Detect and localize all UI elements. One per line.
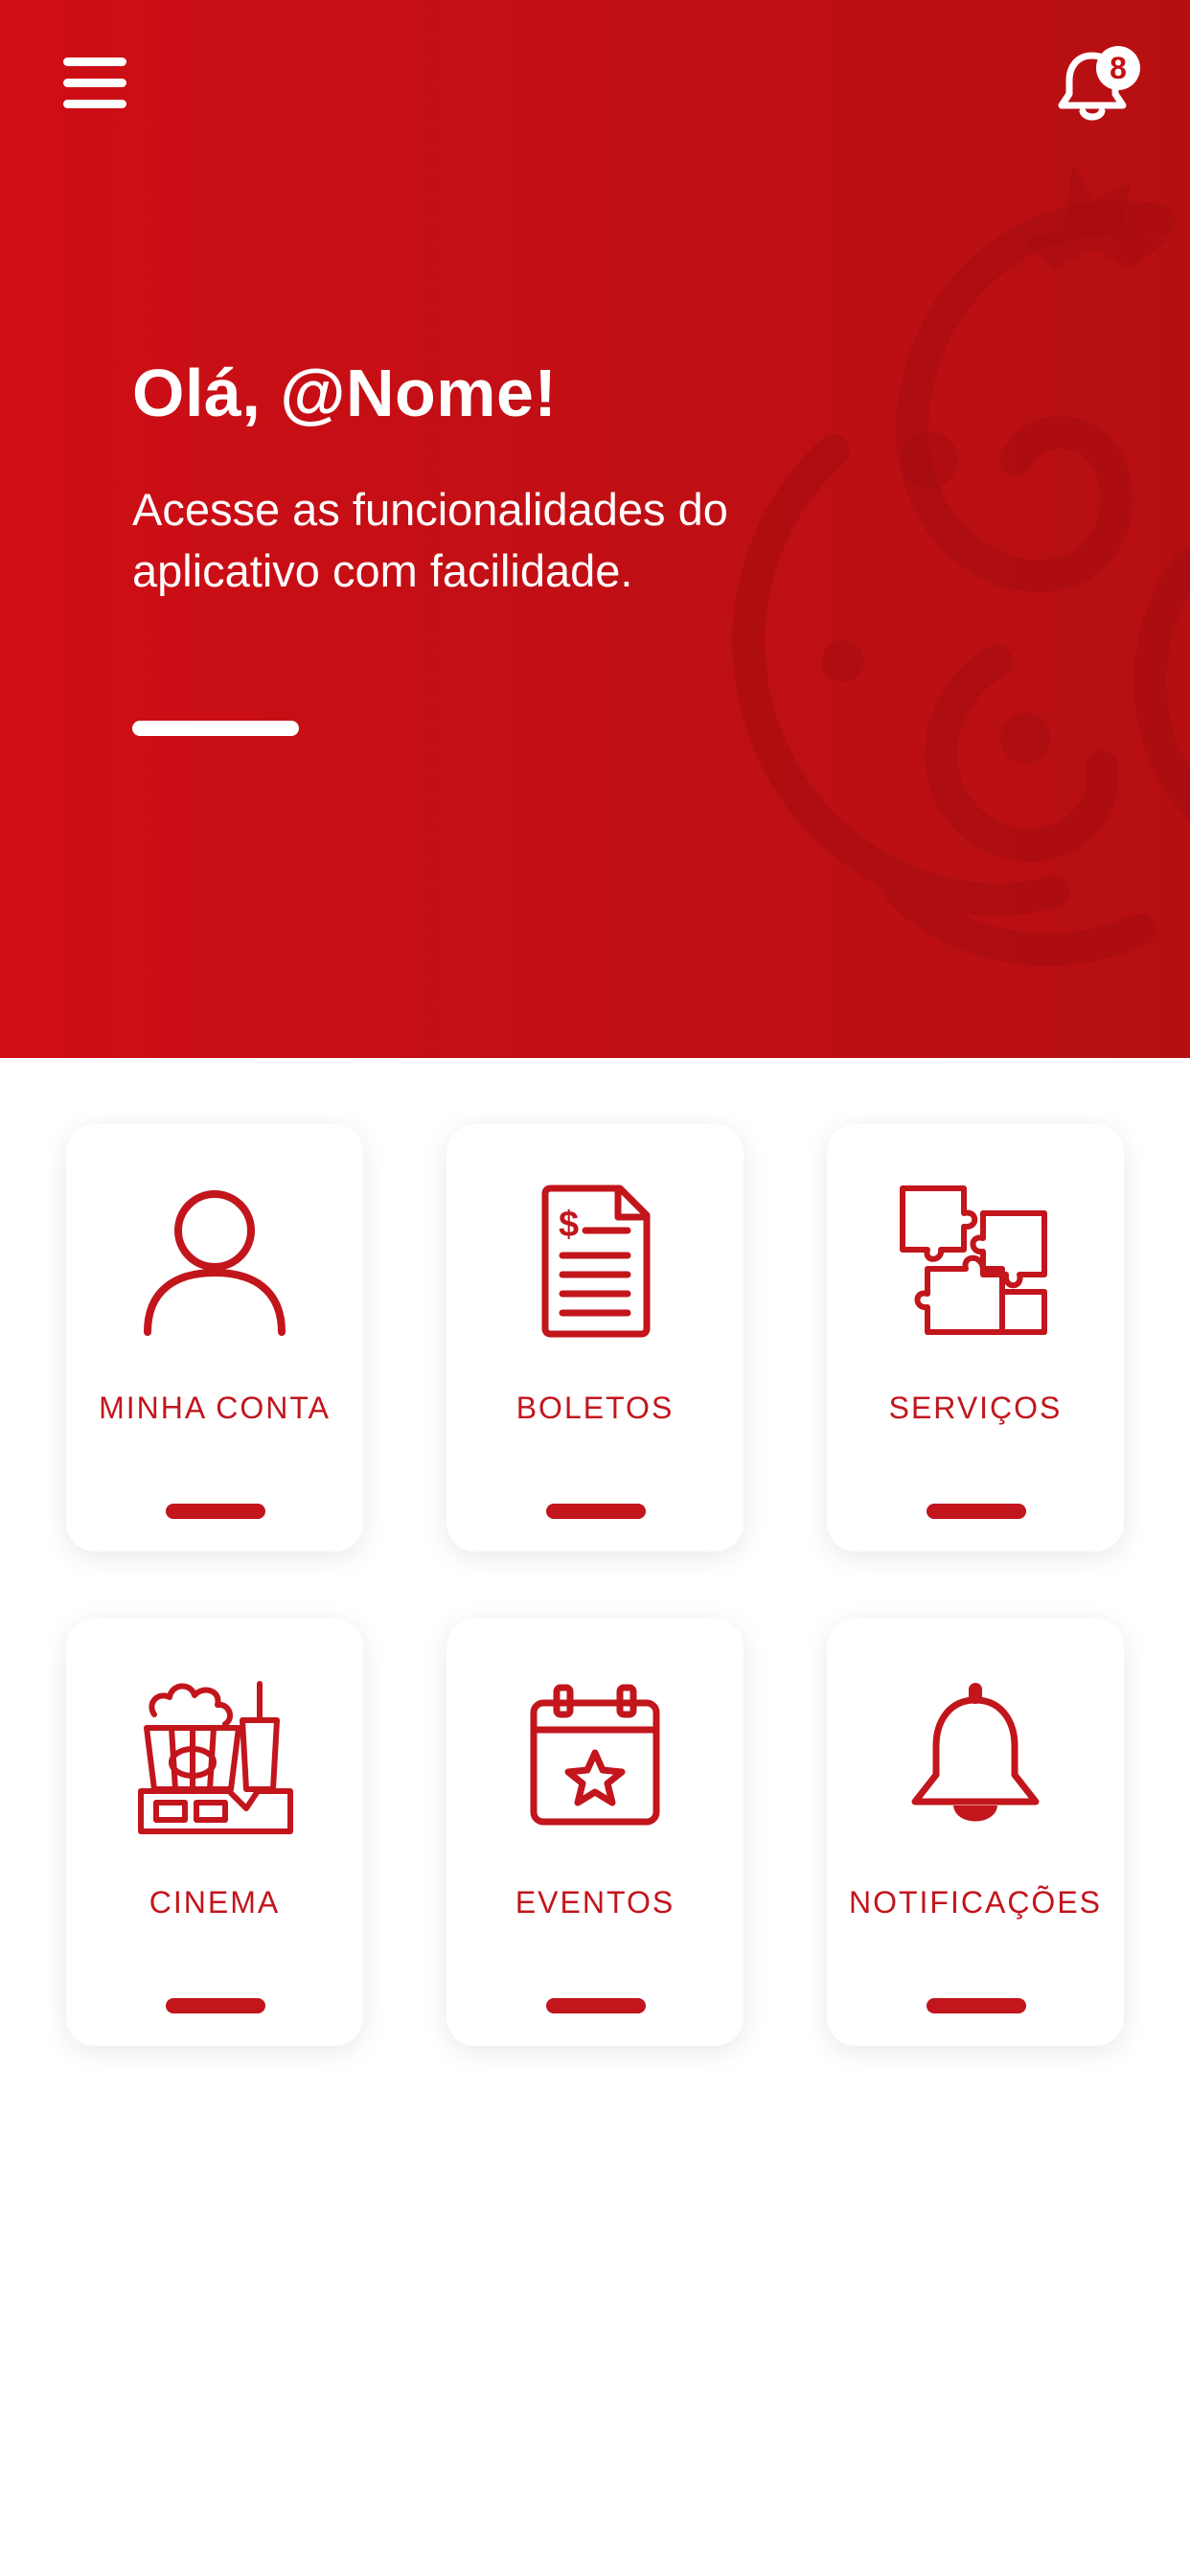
card-notificacoes[interactable]: NOTIFICAÇÕES xyxy=(827,1619,1124,2046)
ornament-watermark xyxy=(732,163,1190,966)
title-underline xyxy=(132,721,299,736)
bell-icon xyxy=(911,1683,1040,1822)
menu-bar xyxy=(63,100,126,108)
hero-banner: 8 Olá, @Nome! Acesse as funcionalidades … xyxy=(0,0,1190,1058)
menu-bar xyxy=(63,58,126,66)
card-eventos[interactable]: EVENTOS xyxy=(446,1619,744,2046)
card-label: BOLETOS xyxy=(515,1391,675,1425)
card-boletos[interactable]: $ BOLETOS xyxy=(446,1124,744,1552)
card-label: MINHA CONTA xyxy=(99,1391,331,1425)
card-cinema[interactable]: CINEMA xyxy=(66,1619,363,2046)
card-bar xyxy=(927,1504,1026,1519)
card-minha-conta[interactable]: MINHA CONTA xyxy=(66,1124,363,1552)
menu-button[interactable] xyxy=(63,56,130,111)
notification-badge: 8 xyxy=(1096,46,1140,90)
card-bar xyxy=(166,1998,265,2013)
card-label: EVENTOS xyxy=(515,1885,675,1920)
svg-text:$: $ xyxy=(559,1205,579,1245)
calendar-star-icon xyxy=(530,1684,660,1826)
card-bar xyxy=(927,1998,1026,2013)
card-bar xyxy=(166,1504,265,1519)
card-servicos[interactable]: SERVIÇOS xyxy=(827,1124,1124,1552)
card-label: CINEMA xyxy=(149,1885,281,1920)
greeting-subtitle: Acesse as funcionalidades do aplicativo … xyxy=(132,484,728,596)
notifications-button[interactable]: 8 xyxy=(1054,42,1150,128)
card-label: SERVIÇOS xyxy=(888,1391,1063,1425)
cinema-icon xyxy=(138,1681,293,1834)
card-label: NOTIFICAÇÕES xyxy=(848,1885,1102,1920)
invoice-icon: $ xyxy=(541,1184,651,1338)
puzzle-icon xyxy=(900,1185,1047,1335)
user-icon xyxy=(144,1190,286,1336)
greeting-title: Olá, @Nome! xyxy=(132,356,558,430)
card-bar xyxy=(546,1998,646,2013)
menu-bar xyxy=(63,79,126,87)
card-bar xyxy=(546,1504,646,1519)
